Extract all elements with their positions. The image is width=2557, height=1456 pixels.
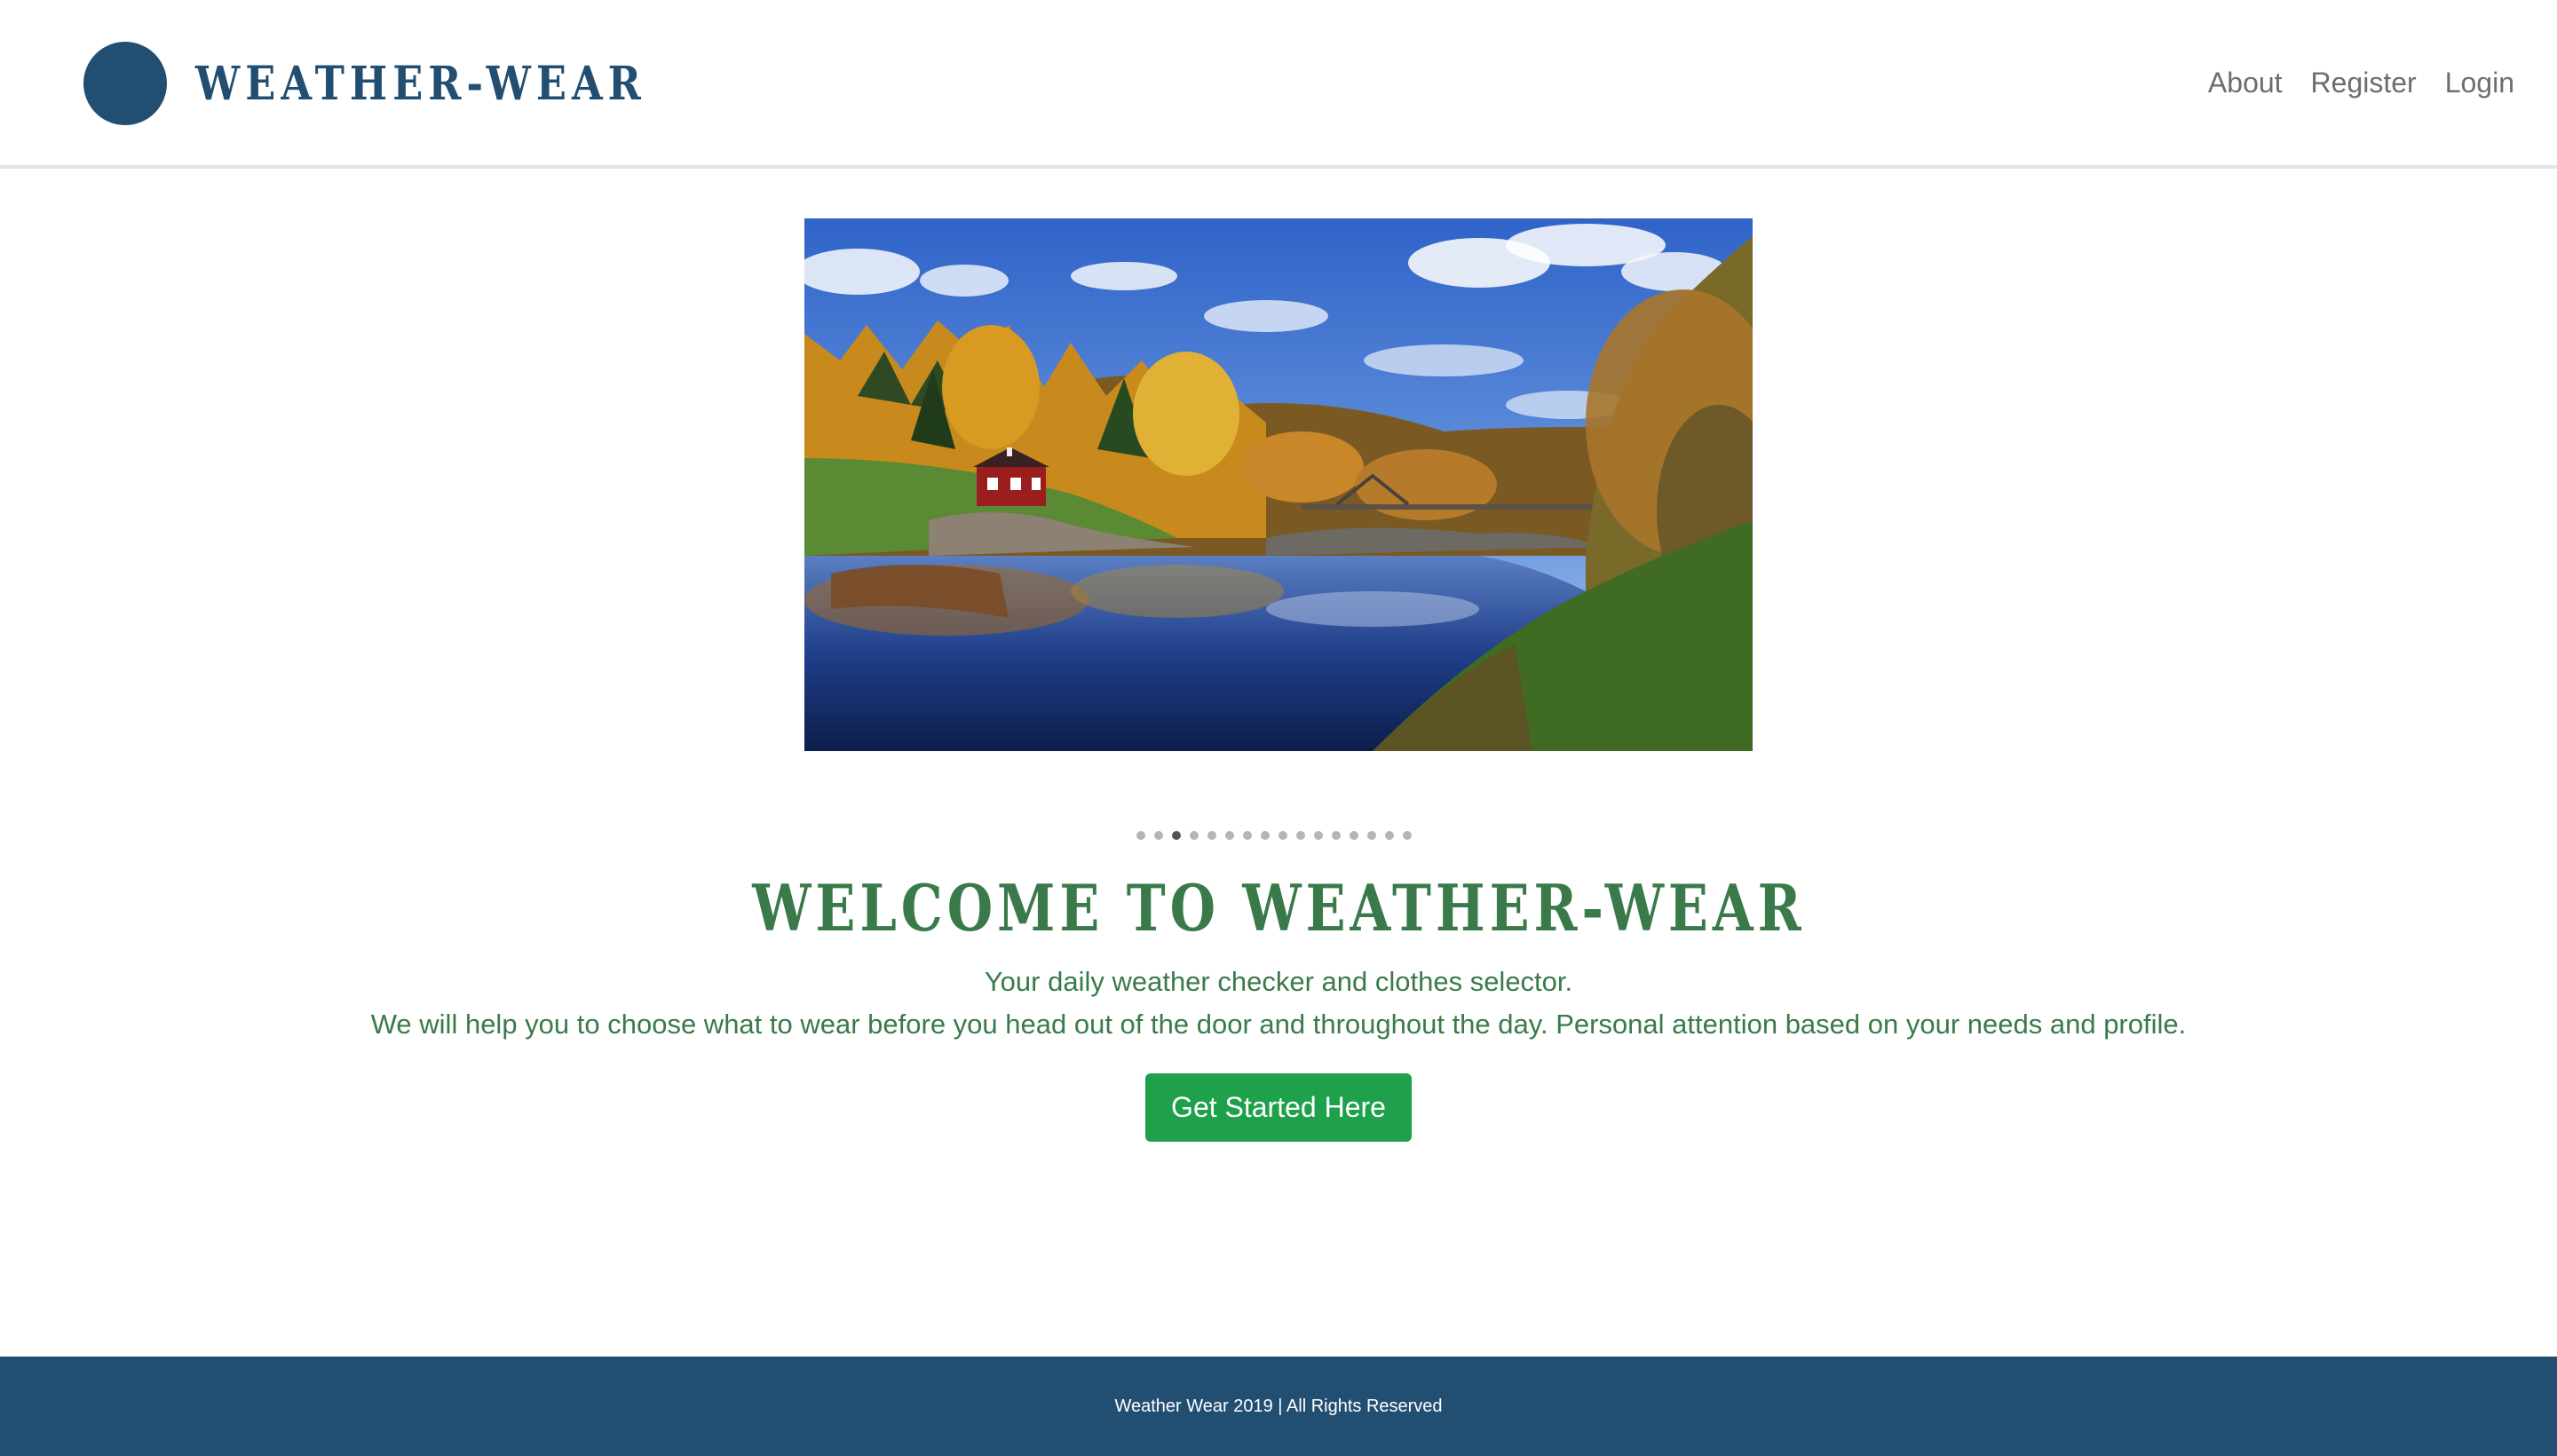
carousel-dot[interactable]	[1207, 831, 1216, 840]
carousel-dot[interactable]	[1172, 831, 1181, 840]
carousel-dot[interactable]	[1261, 831, 1270, 840]
carousel-dot[interactable]	[1350, 831, 1358, 840]
carousel-indicators	[1136, 830, 1421, 841]
carousel-dot[interactable]	[1154, 831, 1163, 840]
get-started-button[interactable]: Get Started Here	[1145, 1073, 1412, 1142]
nav-link-register[interactable]: Register	[2311, 60, 2417, 105]
site-footer: Weather Wear 2019 | All Rights Reserved	[0, 1357, 2557, 1456]
carousel-dot[interactable]	[1314, 831, 1323, 840]
description: We will help you to choose what to wear …	[370, 1009, 2187, 1040]
tagline: Your daily weather checker and clothes s…	[984, 966, 1573, 997]
nav-link-about[interactable]: About	[2208, 60, 2283, 105]
carousel-dot[interactable]	[1136, 831, 1145, 840]
footer-copyright: Weather Wear 2019 | All Rights Reserved	[1114, 1397, 1443, 1416]
welcome-title-text: WELCOME TO WEATHER-WEAR	[751, 870, 1806, 946]
carousel-dot[interactable]	[1385, 831, 1394, 840]
nav-link-login[interactable]: Login	[2445, 60, 2514, 105]
carousel-dot[interactable]	[1278, 831, 1287, 840]
carousel-dot[interactable]	[1403, 831, 1412, 840]
carousel-dot[interactable]	[1225, 831, 1234, 840]
carousel-dot[interactable]	[1332, 831, 1341, 840]
site-header: WEATHER-WEAR About Register Login	[0, 0, 2557, 169]
carousel-dot[interactable]	[1243, 831, 1252, 840]
carousel-dot[interactable]	[1296, 831, 1305, 840]
brand-name[interactable]: WEATHER-WEAR	[195, 51, 646, 117]
main-nav: About Register Login	[2208, 60, 2514, 105]
logo-icon[interactable]	[83, 42, 167, 125]
hero-image	[804, 218, 1753, 751]
welcome-title: WELCOME TO WEATHER-WEAR	[0, 868, 2557, 948]
carousel-dot[interactable]	[1190, 831, 1199, 840]
carousel-dot[interactable]	[1367, 831, 1376, 840]
